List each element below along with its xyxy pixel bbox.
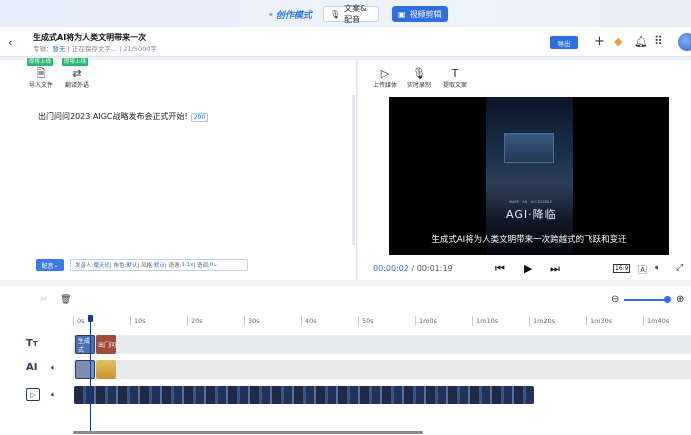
avatar[interactable] xyxy=(678,33,691,51)
subtitle: 生成式AI将为人类文明带来一次跨越式的飞跃和变迁 xyxy=(431,235,627,245)
text-clip[interactable]: 出门问 xyxy=(96,335,116,354)
zoom-in-icon[interactable]: ⊕ xyxy=(676,294,684,305)
audio-clip[interactable] xyxy=(96,360,116,379)
diamond-icon[interactable]: ◆ xyxy=(614,35,622,48)
text-clip[interactable]: 生成式 xyxy=(75,335,95,354)
document-title[interactable]: 生成式AI将为人类文明带来一次 xyxy=(33,32,146,43)
video-track-icon: ▷ xyxy=(26,388,40,401)
poster-small-text: MAKE · AN · ACCESSIBLE xyxy=(509,200,553,204)
microphone-icon: 🎙 xyxy=(330,9,341,19)
ruler-tick: 1m30s xyxy=(586,316,612,326)
file-icon: 🗎 xyxy=(36,67,46,80)
play-box-icon: ▷ xyxy=(380,67,390,80)
scissors-icon[interactable]: ✂ xyxy=(40,295,48,305)
coming-soon-badge: 即将上线 xyxy=(27,58,54,66)
trash-icon[interactable]: 🗑 xyxy=(60,295,71,305)
ruler-tick: 1m40s xyxy=(643,316,669,326)
ruler-tick: 40s xyxy=(301,316,317,326)
volume-icon[interactable]: 🔈︎ xyxy=(655,263,660,273)
audio-track[interactable] xyxy=(73,360,691,379)
upload-media-button[interactable]: ▷ 上传媒体 xyxy=(370,67,400,90)
editor-scrollbar[interactable] xyxy=(352,95,355,245)
aspect-ratio-button[interactable]: 16:9 xyxy=(613,264,631,273)
add-icon[interactable]: + xyxy=(594,34,605,49)
ruler-tick: 50s xyxy=(358,316,374,326)
text-box-icon: T xyxy=(451,67,459,80)
dubbing-button[interactable]: 配音 ⌄ xyxy=(36,259,64,271)
poster-title: AGI·降临 xyxy=(506,208,557,221)
fullscreen-icon[interactable]: ⤢ xyxy=(676,263,683,273)
bell-icon[interactable]: 🔔︎ xyxy=(634,35,648,48)
play-icon[interactable]: ▶ xyxy=(524,262,532,275)
time-ruler[interactable]: 0s 10s 20s 30s 40s 50s 1m0s 1m10s 1m20s … xyxy=(73,316,691,328)
video-frame-screen xyxy=(504,133,554,163)
video-clip[interactable] xyxy=(74,386,534,404)
time-display: 00:00:02 / 00:01:19 xyxy=(373,264,453,273)
audio-clip[interactable] xyxy=(75,360,95,379)
previous-icon[interactable]: ⏮ xyxy=(495,262,505,276)
translate-button[interactable]: ⇄ 翻译外语 xyxy=(62,67,92,90)
ruler-tick: 0s xyxy=(73,316,85,326)
mode-label: • 创作模式 xyxy=(268,11,312,21)
zoom-slider-handle[interactable] xyxy=(664,296,671,303)
playhead[interactable] xyxy=(90,315,91,433)
microphone-icon: 🎙 xyxy=(412,67,426,80)
document-meta: 专辑：暂无 | 正在保存文字... | 21/5000字 xyxy=(33,45,157,53)
zoom-out-icon[interactable]: ⊖ xyxy=(611,294,619,305)
tab-video-edit[interactable]: ▣ 视频剪辑 xyxy=(392,6,448,22)
ruler-tick: 30s xyxy=(244,316,260,326)
speaker-icon[interactable]: 🔈︎ xyxy=(51,363,56,373)
ai-voice-track-icon: AI xyxy=(26,362,38,373)
caption-toggle-icon[interactable]: 🄰 xyxy=(638,263,647,276)
export-button[interactable]: 导出 xyxy=(550,36,578,49)
extract-script-button[interactable]: T 提取文案 xyxy=(440,67,470,90)
zoom-slider[interactable] xyxy=(624,299,668,301)
chevron-down-icon: ⌄ xyxy=(213,262,218,268)
translate-icon: ⇄ xyxy=(72,67,82,80)
ruler-tick: 1m0s xyxy=(415,316,437,326)
album-link[interactable]: 暂无 xyxy=(53,45,66,53)
script-line[interactable]: 出门问问2023 AIGC战略发布会正式开始! 200 xyxy=(38,111,209,122)
text-track[interactable] xyxy=(73,335,691,354)
word-count-badge: 200 xyxy=(190,113,209,122)
chevron-down-icon: ⌄ xyxy=(53,261,59,269)
ruler-tick: 10s xyxy=(130,316,146,326)
apps-grid-icon[interactable]: ⠿ xyxy=(654,34,663,48)
video-icon: ▣ xyxy=(398,9,406,19)
video-frame xyxy=(486,97,573,255)
ruler-tick: 1m10s xyxy=(472,316,498,326)
live-record-button[interactable]: 🎙 实时录制 xyxy=(404,67,434,90)
back-icon[interactable]: ‹ xyxy=(8,36,12,49)
import-file-button[interactable]: 🗎 导入文件 xyxy=(26,67,56,90)
voice-settings-select[interactable]: 发音人: 魔天轮 | 角色: 默认 | 风格: 默认 | 语速: 1.1x | 语调: 0… xyxy=(70,259,248,271)
ruler-tick: 1m20s xyxy=(529,316,555,326)
next-icon[interactable]: ⏭ xyxy=(550,262,560,276)
tab-text-audio[interactable]: 🎙 文案&配音 xyxy=(323,4,379,24)
ruler-tick: 20s xyxy=(187,316,203,326)
timeline-scrollbar[interactable] xyxy=(73,431,423,434)
speaker-icon[interactable]: 🔈︎ xyxy=(51,390,56,400)
coming-soon-badge: 即将上线 xyxy=(62,58,89,66)
text-track-icon: TT xyxy=(26,338,38,349)
